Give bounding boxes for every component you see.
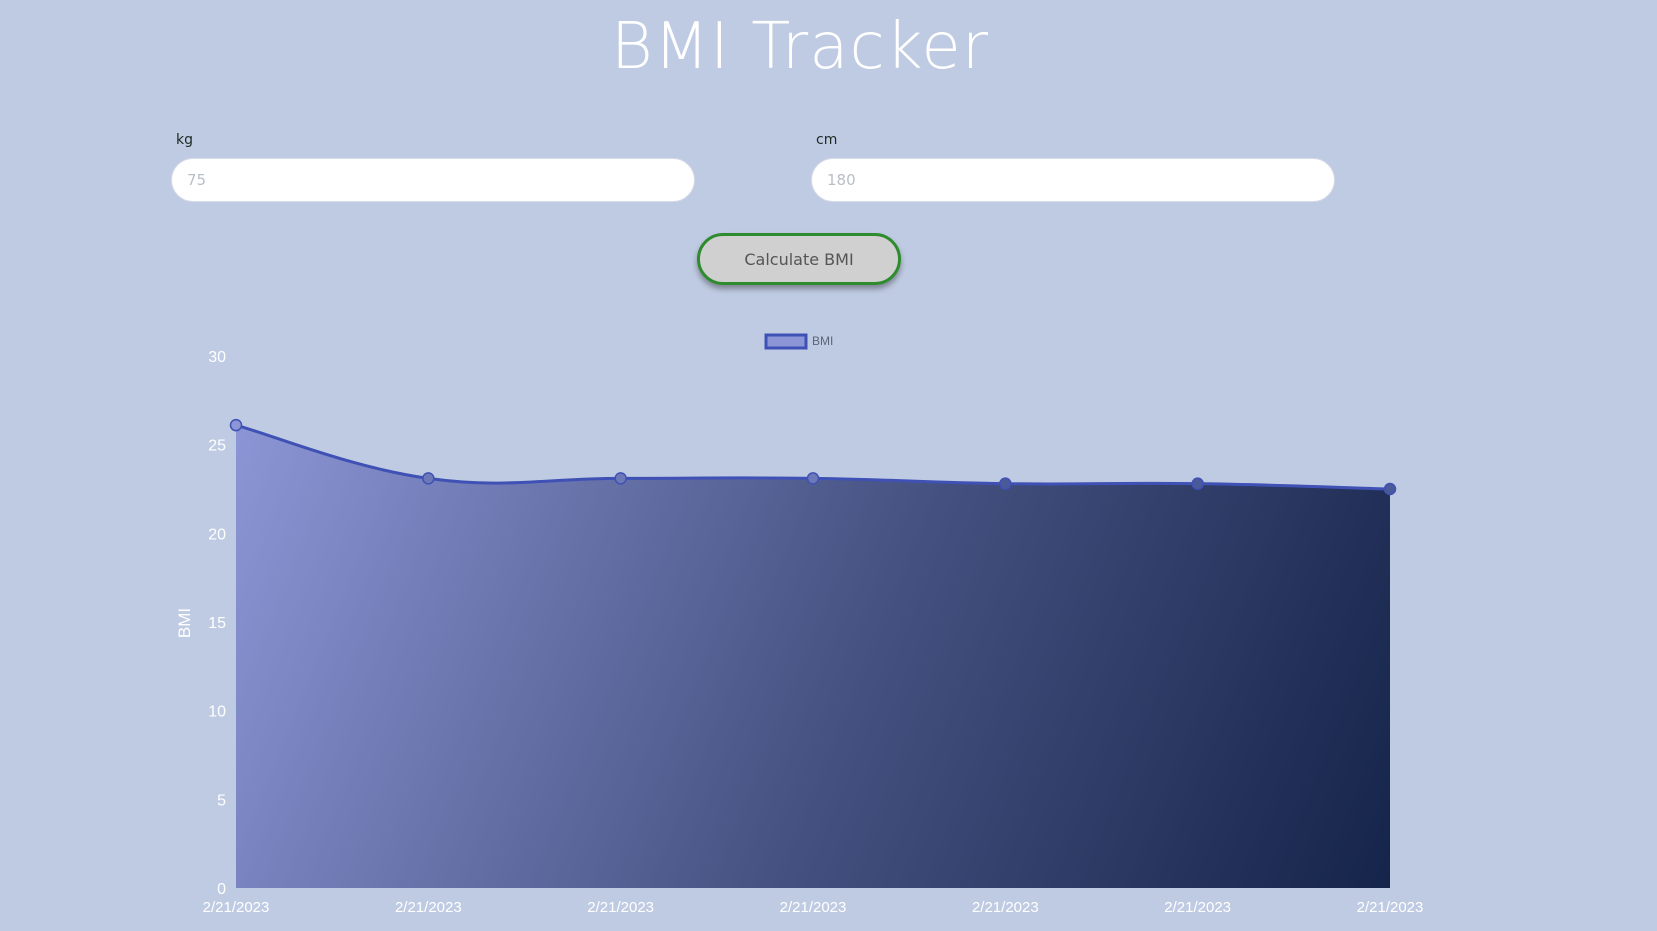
x-tick-label: 2/21/2023: [203, 899, 270, 916]
x-tick-label: 2/21/2023: [972, 899, 1039, 916]
height-input[interactable]: [811, 158, 1335, 202]
legend-label: BMI: [812, 334, 833, 348]
plot-area: [229, 418, 1397, 888]
y-tick-label: 0: [217, 881, 226, 898]
weight-label: kg: [176, 132, 193, 148]
y-tick-label: 20: [208, 526, 226, 543]
height-label: cm: [816, 132, 838, 148]
series-area-bmi: [236, 425, 1390, 888]
series-line-bmi: [235, 423, 1391, 491]
x-tick-label: 2/21/2023: [1357, 899, 1424, 916]
x-tick-label: 2/21/2023: [587, 899, 654, 916]
calculate-bmi-button[interactable]: Calculate BMI: [697, 233, 901, 285]
data-point[interactable]: [999, 477, 1012, 490]
y-tick-labels: 0 5 10 15 20 25 30: [208, 349, 226, 898]
chart-legend: BMI: [764, 333, 833, 350]
y-tick-label: 5: [217, 792, 226, 809]
y-tick-label: 30: [208, 349, 226, 366]
weight-input[interactable]: [171, 158, 695, 202]
page-title: BMI Tracker: [610, 10, 990, 84]
x-tick-label: 2/21/2023: [395, 899, 462, 916]
x-tick-labels: 2/21/2023 2/21/2023 2/21/2023 2/21/2023 2/21…: [203, 899, 1424, 916]
data-point[interactable]: [1191, 477, 1204, 490]
data-point[interactable]: [422, 472, 435, 485]
x-tick-label: 2/21/2023: [780, 899, 847, 916]
y-tick-label: 25: [208, 438, 226, 455]
page: BMI Tracker kg cm Calculate BMI BMI BMI …: [0, 0, 1657, 931]
x-tick-label: 2/21/2023: [1164, 899, 1231, 916]
data-point[interactable]: [614, 472, 627, 485]
data-point[interactable]: [806, 472, 820, 485]
data-point[interactable]: [1383, 482, 1397, 496]
legend-swatch: [764, 333, 808, 350]
y-axis-title: BMI: [175, 608, 194, 638]
data-point[interactable]: [229, 418, 243, 432]
y-tick-label: 10: [208, 704, 226, 721]
y-tick-label: 15: [208, 615, 226, 632]
